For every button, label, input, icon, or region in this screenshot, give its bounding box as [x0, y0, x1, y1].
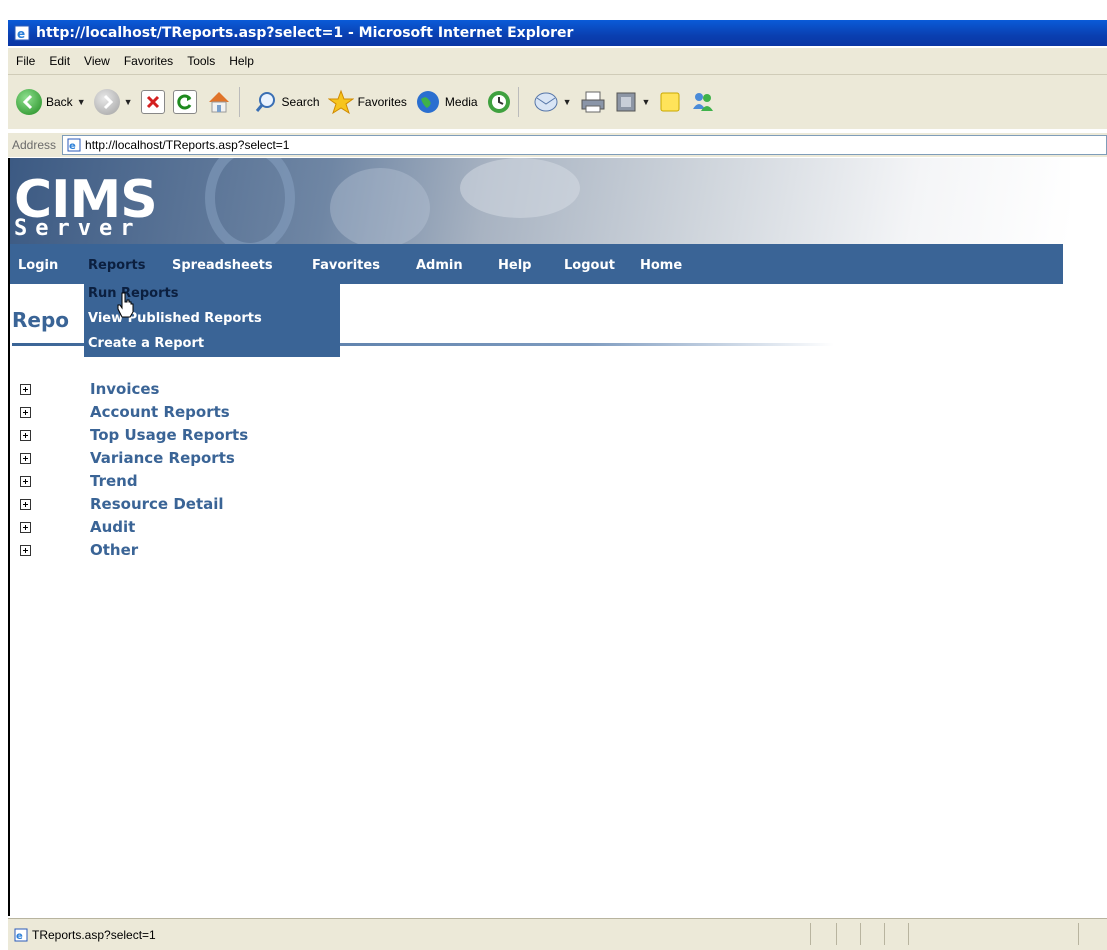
window-title: http://localhost/TReports.asp?select=1 -…: [36, 25, 574, 41]
status-bar: e TReports.asp?select=1: [8, 918, 1107, 950]
address-url: http://localhost/TReports.asp?select=1: [85, 138, 290, 152]
cims-banner: CIMS Server: [10, 158, 1070, 244]
stop-icon: [140, 90, 165, 114]
title-bar: e http://localhost/TReports.asp?select=1…: [8, 20, 1107, 46]
expand-plus-icon[interactable]: [20, 498, 31, 510]
page-title: Repo: [12, 308, 70, 332]
nav-favorites[interactable]: Favorites: [312, 258, 380, 273]
edit-button[interactable]: ▼: [614, 90, 651, 114]
tree-label[interactable]: Other: [90, 541, 138, 559]
home-icon: [208, 92, 229, 113]
page-icon: e: [67, 138, 81, 152]
banner-decoration-icon: [205, 158, 580, 244]
back-arrow-icon: [16, 89, 42, 115]
address-bar: Address e http://localhost/TReports.asp?…: [8, 132, 1107, 157]
tree-label[interactable]: Invoices: [90, 380, 159, 398]
print-icon: [581, 91, 605, 113]
nav-logout[interactable]: Logout: [564, 258, 615, 273]
logo-subtitle: Server: [14, 216, 142, 241]
svg-text:e: e: [17, 27, 25, 41]
print-button[interactable]: [580, 90, 606, 114]
toolbar-separator: [517, 87, 519, 117]
svg-text:e: e: [16, 931, 23, 942]
search-label: Search: [281, 95, 320, 109]
menu-tools[interactable]: Tools: [187, 54, 215, 68]
tree-label[interactable]: Variance Reports: [90, 449, 235, 467]
expand-plus-icon[interactable]: [20, 521, 31, 533]
status-cell: [810, 923, 811, 945]
media-button[interactable]: Media: [415, 89, 478, 115]
main-nav: Login Reports Spreadsheets Favorites Adm…: [10, 244, 1063, 284]
svg-text:e: e: [69, 141, 76, 152]
address-input[interactable]: e http://localhost/TReports.asp?select=1: [62, 135, 1107, 155]
tree-label[interactable]: Top Usage Reports: [90, 426, 248, 444]
back-label: Back: [46, 95, 73, 109]
internet-explorer-icon: e: [14, 25, 30, 41]
favorites-button[interactable]: Favorites: [327, 89, 407, 115]
search-button[interactable]: Search: [254, 90, 320, 114]
mail-button[interactable]: ▼: [533, 90, 572, 114]
status-cell: [908, 923, 909, 945]
menu-item-view-published-reports[interactable]: View Published Reports: [88, 311, 262, 326]
menu-help[interactable]: Help: [229, 54, 254, 68]
page-icon: e: [14, 928, 28, 942]
status-cell: [884, 923, 885, 945]
nav-admin[interactable]: Admin: [416, 258, 463, 273]
nav-help[interactable]: Help: [498, 258, 531, 273]
nav-login[interactable]: Login: [18, 258, 58, 273]
note-icon: [660, 92, 680, 112]
nav-reports[interactable]: Reports: [88, 258, 145, 273]
back-dropdown-icon[interactable]: ▼: [77, 97, 86, 107]
status-text: TReports.asp?select=1: [32, 927, 156, 942]
menu-file[interactable]: File: [16, 54, 35, 68]
stop-button[interactable]: [140, 90, 165, 114]
back-button[interactable]: Back ▼: [16, 89, 86, 115]
menu-item-create-a-report[interactable]: Create a Report: [88, 336, 204, 351]
messenger-users-icon: [693, 93, 714, 111]
toolbar: Back ▼ ▼ Search Favorites Media ▼ ▼: [8, 75, 1107, 129]
nav-spreadsheets[interactable]: Spreadsheets: [172, 258, 273, 273]
edit-dropdown-icon[interactable]: ▼: [642, 97, 651, 107]
edit-icon: [616, 92, 636, 112]
favorites-label: Favorites: [357, 95, 407, 109]
expand-plus-icon[interactable]: [20, 544, 31, 556]
messenger-button[interactable]: [690, 89, 716, 115]
menu-view[interactable]: View: [84, 54, 110, 68]
media-label: Media: [444, 95, 478, 109]
mail-dropdown-icon[interactable]: ▼: [563, 97, 572, 107]
tree-label[interactable]: Trend: [90, 472, 138, 490]
tree-label[interactable]: Account Reports: [90, 403, 230, 421]
expand-plus-icon[interactable]: [20, 383, 31, 395]
forward-arrow-icon: [93, 89, 120, 115]
star-icon: [327, 89, 354, 115]
refresh-button[interactable]: [172, 90, 197, 114]
expand-plus-icon[interactable]: [20, 429, 31, 441]
status-cell: [836, 923, 837, 945]
history-clock-icon: [487, 91, 510, 113]
address-label: Address: [12, 138, 57, 152]
nav-home[interactable]: Home: [640, 258, 682, 273]
forward-dropdown-icon[interactable]: ▼: [124, 97, 133, 107]
expand-plus-icon[interactable]: [20, 406, 31, 418]
menu-favorites[interactable]: Favorites: [124, 54, 173, 68]
toolbar-separator: [238, 87, 240, 117]
status-cell: [860, 923, 861, 945]
media-globe-icon: [416, 91, 439, 113]
page-content: CIMS Server Login Reports Spreadsheets F…: [8, 158, 1107, 916]
expand-plus-icon[interactable]: [20, 452, 31, 464]
expand-plus-icon[interactable]: [20, 475, 31, 487]
history-button[interactable]: [486, 89, 512, 115]
menu-edit[interactable]: Edit: [49, 54, 70, 68]
tree-label[interactable]: Resource Detail: [90, 495, 224, 513]
tree-label[interactable]: Audit: [90, 518, 135, 536]
mail-icon: [534, 92, 558, 112]
menu-bar: File Edit View Favorites Tools Help: [8, 48, 1107, 75]
search-icon: [255, 92, 275, 112]
refresh-icon: [172, 90, 197, 114]
discuss-button[interactable]: [658, 90, 682, 114]
forward-button[interactable]: ▼: [93, 89, 133, 115]
home-button[interactable]: [205, 88, 233, 116]
status-cell: [1078, 923, 1079, 945]
hand-pointer-cursor-icon: [117, 292, 134, 318]
